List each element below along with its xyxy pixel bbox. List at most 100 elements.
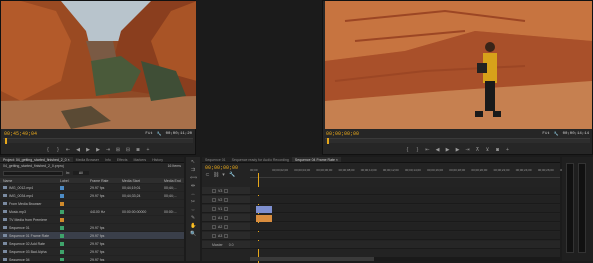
source-playhead[interactable] xyxy=(5,138,7,144)
tab-project[interactable]: Project: 04_getting_started_finished_2_0… xyxy=(0,157,73,162)
project-item-label-cell[interactable] xyxy=(60,209,90,214)
go-to-in-icon[interactable]: ⇤ xyxy=(425,147,430,153)
project-item-row[interactable]: Sequence 03 Bad Alpha 29.97 fps xyxy=(0,248,184,256)
project-item-row[interactable]: Sequence 04 29.97 fps xyxy=(0,256,184,261)
audio-clip[interactable] xyxy=(256,215,272,222)
timeline-timecode[interactable]: 00;00;00;00 xyxy=(205,165,238,171)
project-item-label-cell[interactable] xyxy=(60,185,90,190)
export-frame-icon[interactable]: ◙ xyxy=(495,147,500,153)
project-item-label-cell[interactable] xyxy=(60,201,90,206)
tab-sequence-01[interactable]: Sequence 01 xyxy=(202,157,229,162)
label-color-chip[interactable] xyxy=(60,241,64,246)
add-marker-icon[interactable]: ▾ xyxy=(221,173,226,178)
add-button-icon[interactable]: + xyxy=(505,147,510,153)
source-zoom-select[interactable]: Fit xyxy=(145,132,152,136)
rolling-edit-tool-icon[interactable]: ⇹ xyxy=(190,183,196,189)
track-master[interactable]: Master 0.0 xyxy=(202,241,560,249)
label-color-chip[interactable] xyxy=(60,233,64,238)
toggle-output-icon[interactable] xyxy=(224,197,229,202)
track-a2[interactable]: A2 xyxy=(202,223,560,231)
go-to-out-icon[interactable]: ⇥ xyxy=(465,147,470,153)
master-value[interactable]: 0.0 xyxy=(229,243,234,247)
mute-icon[interactable] xyxy=(224,215,229,220)
snap-icon[interactable]: ⊂ xyxy=(205,173,210,178)
video-clip[interactable] xyxy=(256,206,272,213)
tab-info[interactable]: Info xyxy=(102,157,114,162)
col-frame-rate[interactable]: Frame Rate xyxy=(90,179,122,183)
export-frame-icon[interactable]: ◙ xyxy=(136,147,141,153)
source-time-ruler[interactable] xyxy=(3,138,193,144)
hand-tool-icon[interactable]: ✋ xyxy=(190,223,196,229)
zoom-tool-icon[interactable]: 🔍 xyxy=(190,231,196,237)
lock-icon[interactable] xyxy=(212,233,216,238)
step-forward-icon[interactable]: ▶ xyxy=(96,147,101,153)
program-zoom-select[interactable]: Fit xyxy=(542,132,549,136)
tab-sequence-audio[interactable]: Sequence ready for Audio Recording xyxy=(229,157,292,162)
project-item-label-cell[interactable] xyxy=(60,225,90,230)
overwrite-icon[interactable]: ⊟ xyxy=(126,147,131,153)
lock-icon[interactable] xyxy=(212,188,216,193)
tab-markers[interactable]: Markers xyxy=(130,157,149,162)
label-color-chip[interactable] xyxy=(60,217,64,222)
go-to-out-icon[interactable]: ⇥ xyxy=(106,147,111,153)
step-back-icon[interactable]: ◀ xyxy=(76,147,81,153)
label-color-chip[interactable] xyxy=(60,209,64,214)
col-media-end[interactable]: Media End xyxy=(164,179,184,183)
track-v3[interactable]: V3 xyxy=(202,187,560,195)
extract-icon[interactable]: ⊻ xyxy=(485,147,490,153)
monitor-divider[interactable] xyxy=(196,0,322,155)
source-playhead-timecode[interactable]: 00;45;49;04 xyxy=(4,131,37,137)
project-item-row[interactable]: From Media Browser xyxy=(0,200,184,208)
project-item-row[interactable]: Sequence 01 29.97 fps xyxy=(0,224,184,232)
label-color-chip[interactable] xyxy=(60,257,64,261)
label-color-chip[interactable] xyxy=(60,201,64,206)
project-item-row[interactable]: TV Media from Premiere xyxy=(0,216,184,224)
search-input[interactable] xyxy=(3,170,63,176)
program-playhead[interactable] xyxy=(327,138,329,144)
project-item-row[interactable]: IMG_0012.mp4 29.97 fps 00;44;19;01 00;44;..… xyxy=(0,184,184,192)
project-item-label-cell[interactable] xyxy=(60,257,90,261)
in-select[interactable]: All xyxy=(72,171,89,175)
track-a1[interactable]: A1 xyxy=(202,214,560,222)
project-item-row[interactable]: Sequence 02 Add Rate 29.97 fps xyxy=(0,240,184,248)
project-item-label-cell[interactable] xyxy=(60,193,90,198)
label-color-chip[interactable] xyxy=(60,185,64,190)
lock-icon[interactable] xyxy=(212,224,216,229)
mark-out-icon[interactable]: } xyxy=(415,147,420,153)
pen-tool-icon[interactable]: ✎ xyxy=(190,215,196,221)
add-button-icon[interactable]: + xyxy=(146,147,151,153)
project-item-label-cell[interactable] xyxy=(60,217,90,222)
tab-sequence-frame-rate[interactable]: Sequence 04 Frame Rate × xyxy=(291,157,341,162)
timeline-ruler[interactable]: 00;00 00;00;02;00 00;00;04;00 00;00;06;00 00… xyxy=(250,166,576,178)
col-media-start[interactable]: Media Start xyxy=(122,179,164,183)
razor-tool-icon[interactable]: ✂ xyxy=(190,199,196,205)
toggle-output-icon[interactable] xyxy=(224,206,229,211)
program-time-ruler[interactable] xyxy=(325,138,590,144)
lock-icon[interactable] xyxy=(212,197,216,202)
ripple-edit-tool-icon[interactable]: ⟺ xyxy=(190,175,197,181)
toggle-output-icon[interactable] xyxy=(224,188,229,193)
insert-icon[interactable]: ⊞ xyxy=(116,147,121,153)
step-forward-icon[interactable]: ▶ xyxy=(455,147,460,153)
track-select-tool-icon[interactable]: ⇉ xyxy=(190,167,196,173)
track-a3[interactable]: A3 xyxy=(202,232,560,240)
play-icon[interactable]: ▶ xyxy=(86,147,91,153)
tab-media-browser[interactable]: Media Browser xyxy=(73,157,102,162)
mark-in-icon[interactable]: { xyxy=(46,147,51,153)
timeline-settings-icon[interactable]: 🔧 xyxy=(229,173,235,178)
program-playhead-timecode[interactable]: 00;00;00;00 xyxy=(326,131,359,137)
label-color-chip[interactable] xyxy=(60,193,64,198)
project-item-label-cell[interactable] xyxy=(60,233,90,238)
project-item-row[interactable]: IMG_0034.mp4 29.97 fps 00;44;33;24 00;44;..… xyxy=(0,192,184,200)
col-name[interactable]: Name xyxy=(0,179,60,183)
linked-selection-icon[interactable]: ⛓ xyxy=(213,173,219,178)
go-to-in-icon[interactable]: ⇤ xyxy=(66,147,71,153)
mute-icon[interactable] xyxy=(224,224,229,229)
selection-tool-icon[interactable]: ↖ xyxy=(190,159,196,165)
lock-icon[interactable] xyxy=(212,215,216,220)
lift-icon[interactable]: ⊼ xyxy=(475,147,480,153)
timeline-scrollbar[interactable] xyxy=(250,257,560,261)
track-v1[interactable]: V1 xyxy=(202,205,560,213)
label-color-chip[interactable] xyxy=(60,225,64,230)
tab-effects[interactable]: Effects xyxy=(114,157,131,162)
